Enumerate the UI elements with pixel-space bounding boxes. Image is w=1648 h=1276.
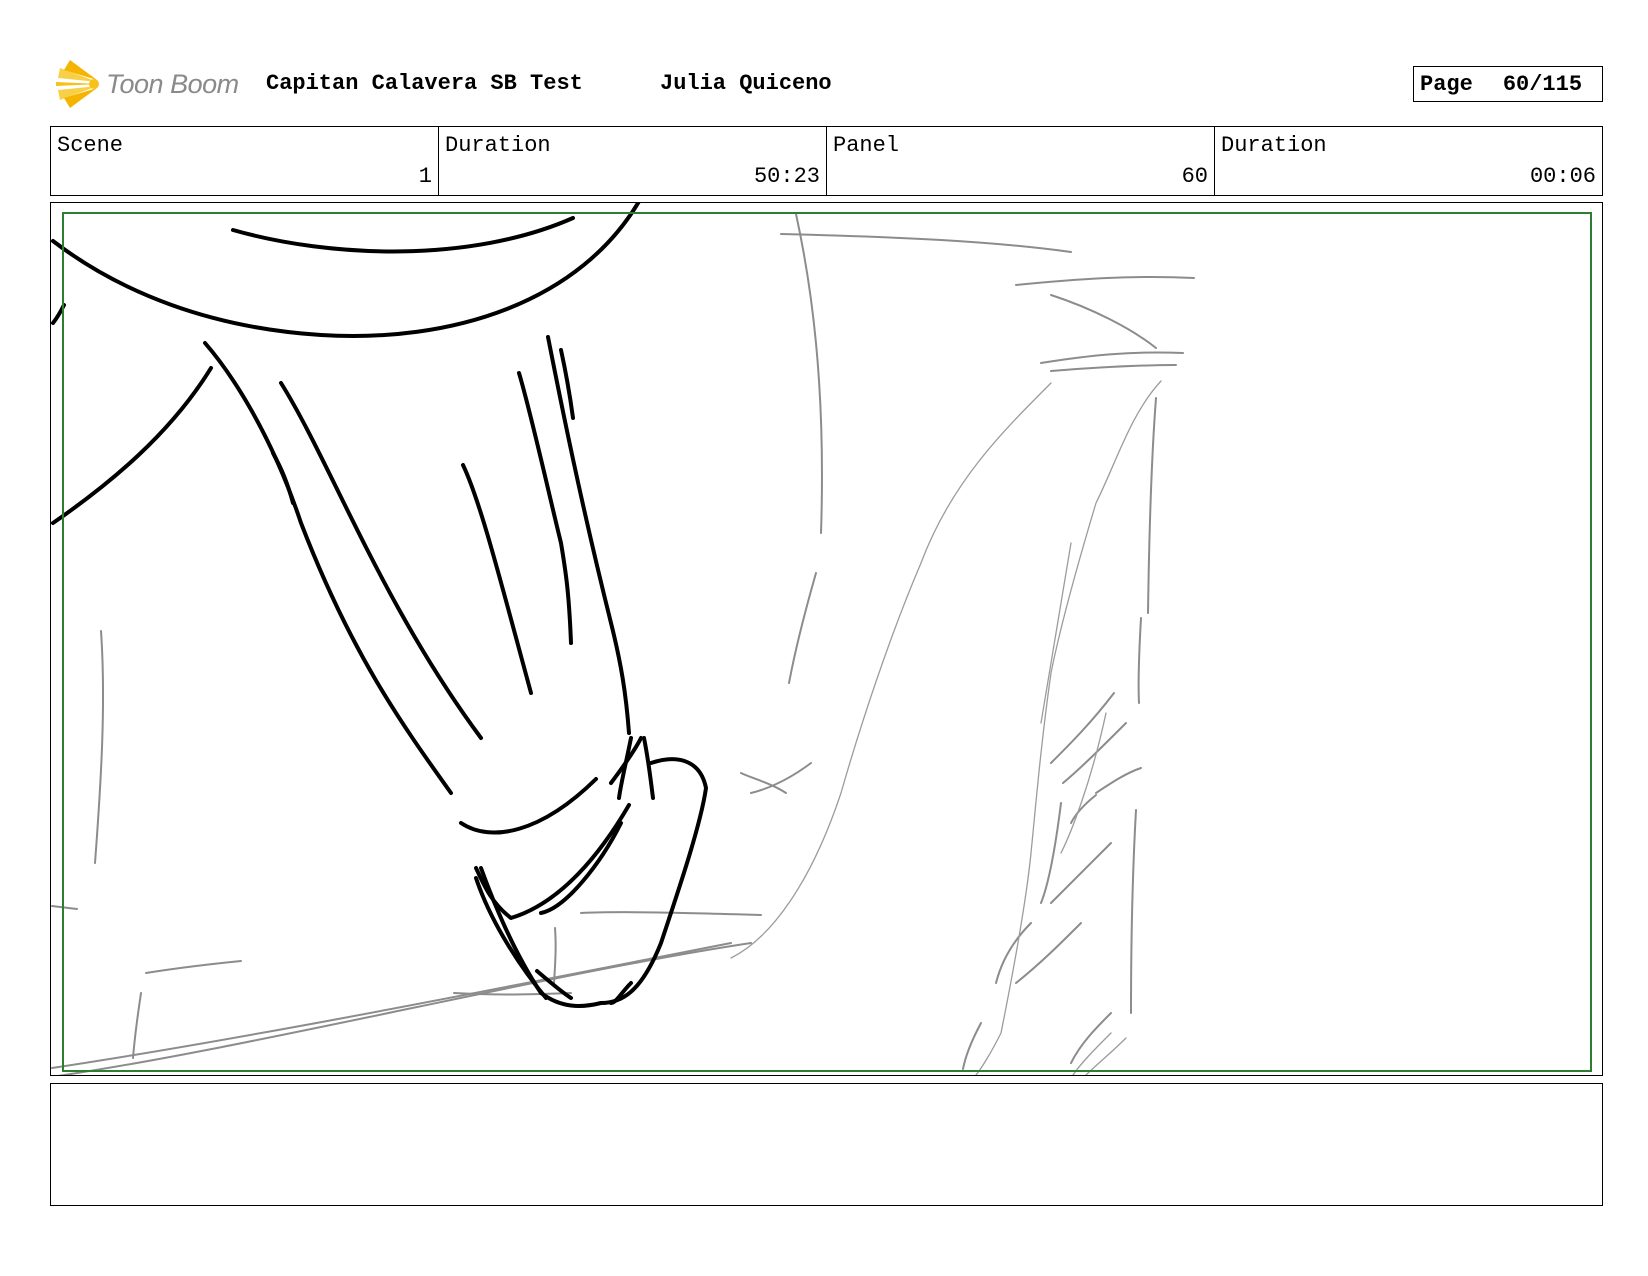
scene-cell: Scene 1: [51, 127, 439, 195]
author-name: Julia Quiceno: [660, 71, 832, 96]
panel-sketch: [51, 203, 1195, 1075]
panel-duration-cell: Duration 00:06: [1215, 127, 1602, 195]
storyboard-panel: [50, 202, 1603, 1076]
toon-boom-logo-icon: [56, 60, 100, 108]
scene-duration-cell: Duration 50:23: [439, 127, 827, 195]
panel-cell: Panel 60: [827, 127, 1215, 195]
page-header: Toon Boom Capitan Calavera SB Test Julia…: [50, 58, 1603, 110]
project-title: Capitan Calavera SB Test: [266, 71, 583, 96]
scene-duration-label: Duration: [445, 133, 551, 158]
scene-value: 1: [418, 164, 432, 189]
panel-duration-value: 00:06: [1529, 164, 1596, 189]
page-number: 60/115: [1502, 71, 1583, 97]
page-label: Page: [1420, 71, 1473, 97]
scene-duration-value: 50:23: [753, 164, 820, 189]
panel-duration-label: Duration: [1221, 133, 1327, 158]
scene-label: Scene: [57, 133, 124, 158]
scene-info-table: Scene 1 Duration 50:23 Panel 60 Duration…: [50, 126, 1603, 196]
panel-value: 60: [1181, 164, 1208, 189]
panel-notes-box: [50, 1083, 1603, 1206]
logo-text: Toon Boom: [106, 68, 239, 99]
toon-boom-logo: Toon Boom: [50, 58, 239, 110]
panel-label: Panel: [833, 133, 900, 158]
page-indicator: Page 60/115: [1413, 66, 1603, 102]
